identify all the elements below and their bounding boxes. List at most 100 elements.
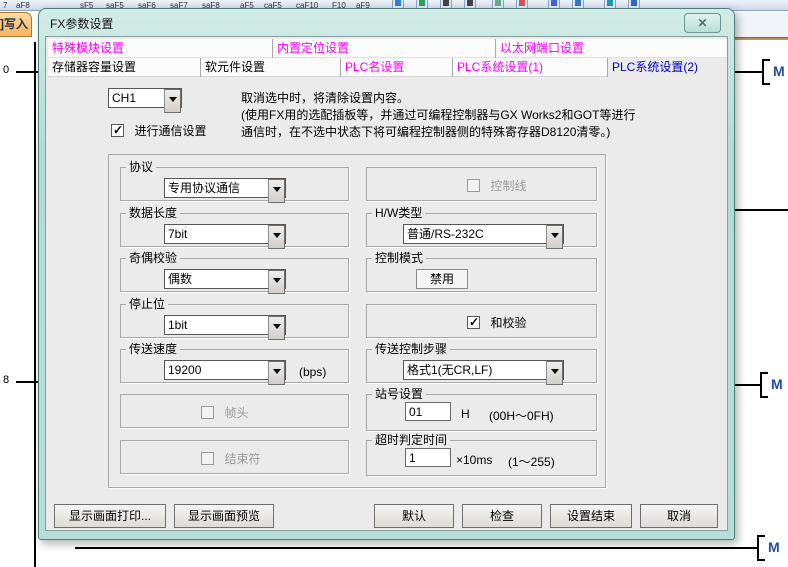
hw-type-label: H/W类型 [372,206,425,220]
station-number-label: 站号设置 [372,387,426,401]
header-checkbox [201,406,214,419]
tab-special-module-setting[interactable]: 特殊模块设置 [48,39,273,58]
data-length-label: 数据长度 [126,206,180,220]
terminator-label: 结束符 [224,452,260,466]
transmission-control-label: 传送控制步骤 [372,342,450,356]
timeout-label: 超时判定时间 [372,433,450,447]
control-line-checkbox [467,179,480,192]
dropdown-arrow-icon[interactable] [268,225,285,249]
hw-type-select[interactable]: 普通/RS-232C [403,224,564,244]
tab-memory-capacity-setting[interactable]: 存储器容量设置 [48,58,201,77]
channel-select[interactable]: CH1 [108,88,182,108]
instruction-text: M [773,63,785,79]
parity-label: 奇偶校验 [126,251,180,265]
doc-tab-label: ]写入 [0,17,28,31]
tab-ethernet-port-setting[interactable]: 以太网端口设置 [496,39,727,58]
cancel-button[interactable]: 取消 [640,504,718,528]
note-line-3: 通信时，在不选中状态下将可编程控制器侧的特殊寄存器D8120清零。) [241,123,610,140]
ladder-left-rail [34,42,36,567]
terminator-box: 结束符 [120,440,349,474]
rung-number: 0 [3,64,9,76]
hw-type-value: 普通/RS-232C [407,227,545,242]
note-line-1: 取消选中时，将清除设置内容。 [241,89,409,106]
ladder-rung [735,384,760,386]
tab-builtin-positioning-setting[interactable]: 内置定位设置 [273,39,496,58]
transmission-control-value: 格式1(无CR,LF) [407,363,545,378]
header-box: 帧头 [120,394,349,428]
dropdown-arrow-icon[interactable] [164,89,181,113]
ladder-rung [16,71,38,73]
timeout-unit: ×10ms [456,453,492,467]
protocol-select[interactable]: 专用协议通信 [164,178,286,198]
parity-value: 偶数 [168,272,267,287]
control-line-box: 控制线 [366,167,597,201]
preview-screen-button[interactable]: 显示画面预览 [174,504,274,528]
instruction-bracket [760,372,768,398]
rung-number: 8 [3,374,9,386]
default-button[interactable]: 默认 [374,504,454,528]
toolbar-key-label: 7 [3,1,7,10]
check-button[interactable]: 检查 [462,504,542,528]
stop-bit-value: 1bit [168,318,267,333]
editor-doc-tab[interactable]: ]写入 [0,12,32,37]
station-number-input[interactable] [405,402,451,421]
ladder-rung [735,71,762,73]
control-line-label: 控制线 [490,179,526,193]
tab-plc-name-setting[interactable]: PLC名设置 [341,58,453,77]
stop-bit-label: 停止位 [126,297,168,311]
dropdown-arrow-icon[interactable] [546,225,563,249]
protocol-label: 协议 [126,160,156,174]
timeout-range: (1～255) [508,453,555,470]
ladder-rung [16,381,38,383]
header-label: 帧头 [224,406,248,420]
comm-setting-checkbox[interactable] [111,124,124,137]
close-icon: ✕ [697,16,707,30]
note-line-2: (使用FX用的选配插板等，并通过可编程控制器与GX Works2和GOT等进行 [241,106,635,123]
fx-parameter-dialog: FX参数设置 ✕ 特殊模块设置 内置定位设置 以太网端口设置 存储器容量设置 软… [38,8,735,540]
dropdown-arrow-icon[interactable] [268,270,285,294]
dropdown-arrow-icon[interactable] [268,316,285,340]
data-length-value: 7bit [168,227,267,242]
stop-bit-select[interactable]: 1bit [164,315,286,335]
tab-device-setting[interactable]: 软元件设置 [201,58,341,77]
parity-select[interactable]: 偶数 [164,269,286,289]
transmission-control-select[interactable]: 格式1(无CR,LF) [403,360,564,380]
tab-plc-system-setting-2[interactable]: PLC系统设置(2) [608,58,727,77]
timeout-input[interactable] [405,448,451,467]
dropdown-arrow-icon[interactable] [546,361,563,385]
control-mode-group: 控制模式 [366,258,597,292]
instruction-bracket [762,59,770,85]
dialog-title: FX参数设置 [50,15,113,32]
sum-check-checkbox[interactable] [467,316,480,329]
comm-setting-row: 进行通信设置 [111,122,206,140]
instruction-text: M [768,539,780,555]
comm-setting-label: 进行通信设置 [134,124,206,138]
instruction-text: M [771,376,783,392]
dialog-client-area: 特殊模块设置 内置定位设置 以太网端口设置 存储器容量设置 软元件设置 PLC名… [45,36,728,531]
print-screen-button[interactable]: 显示画面打印... [54,504,166,528]
ladder-rung [735,209,788,211]
control-mode-label: 控制模式 [372,251,426,265]
station-number-group: 站号设置 [366,394,597,431]
tab-row-2: 存储器容量设置 软元件设置 PLC名设置 PLC系统设置(1) PLC系统设置(… [48,58,727,77]
station-number-unit: H [461,407,470,421]
close-button[interactable]: ✕ [684,13,721,33]
data-length-select[interactable]: 7bit [164,224,286,244]
ladder-rung [75,547,757,549]
terminator-checkbox [201,452,214,465]
control-mode-value: 禁用 [416,269,468,289]
finish-setting-button[interactable]: 设置结束 [550,504,632,528]
channel-value: CH1 [112,91,163,106]
sum-check-label: 和校验 [490,316,526,330]
baud-rate-select[interactable]: 19200 [164,360,286,380]
editor-top-right-area [735,12,788,37]
sum-check-box: 和校验 [366,304,597,338]
dropdown-arrow-icon[interactable] [268,179,285,203]
instruction-bracket [757,535,765,561]
baud-rate-label: 传送速度 [126,342,180,356]
protocol-value: 专用协议通信 [168,181,267,196]
dropdown-arrow-icon[interactable] [268,361,285,385]
toolbar-key-label: aF8 [16,1,30,10]
tab-plc-system-setting-1[interactable]: PLC系统设置(1) [453,58,608,77]
baud-rate-value: 19200 [168,363,267,378]
